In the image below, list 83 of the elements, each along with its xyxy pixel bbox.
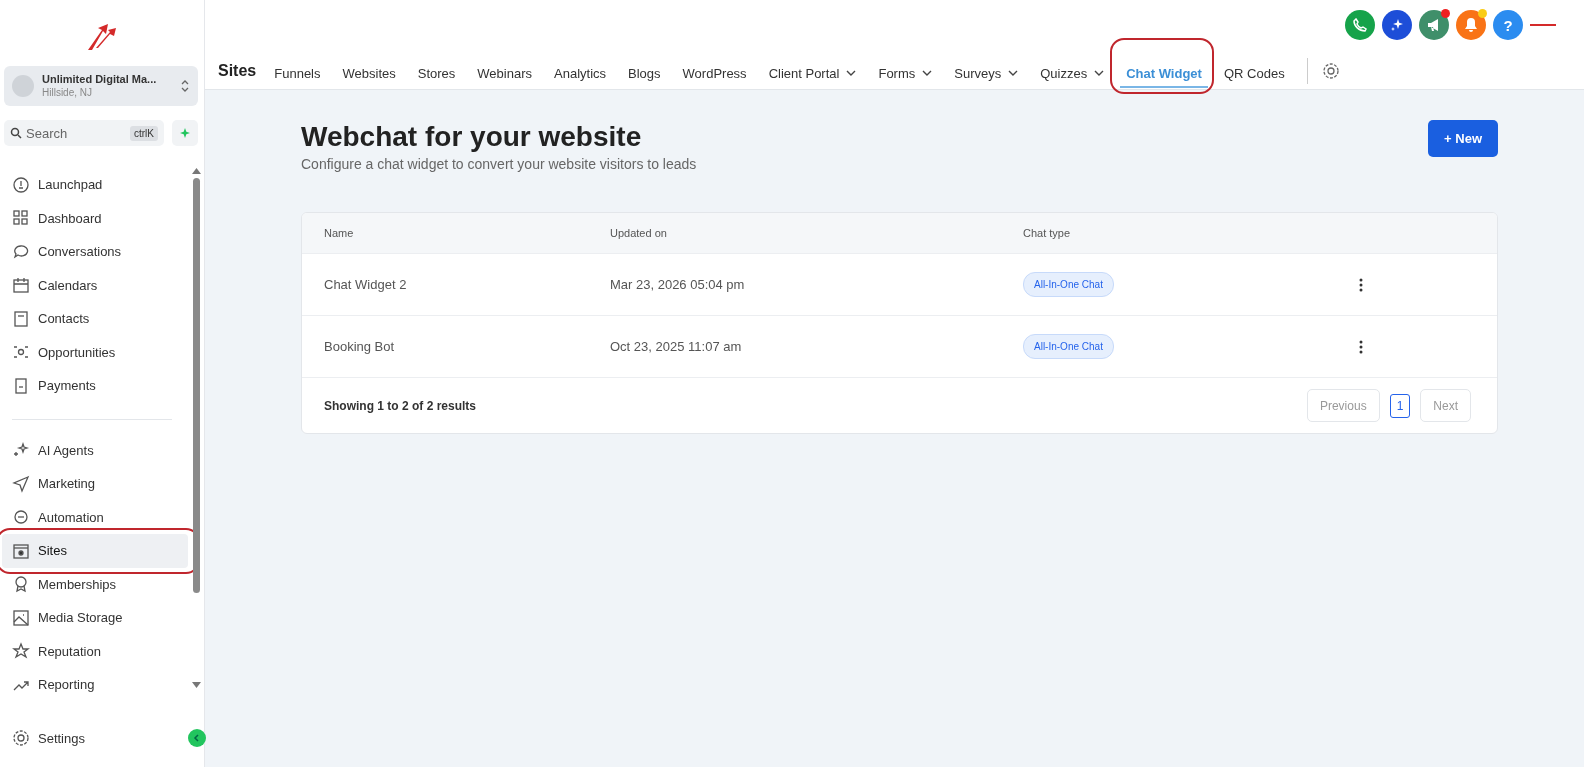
settings-item[interactable]: Settings bbox=[12, 721, 180, 755]
avatar-icon bbox=[12, 75, 34, 97]
nav-tab[interactable]: WordPress bbox=[682, 52, 747, 88]
sidebar-item[interactable]: Calendars bbox=[2, 268, 188, 302]
nav-tab[interactable]: Surveys bbox=[954, 52, 1019, 88]
sidebar-item[interactable]: Memberships bbox=[2, 567, 188, 601]
nav-icon bbox=[12, 541, 30, 560]
ai-button[interactable] bbox=[1382, 10, 1412, 40]
nav-tab[interactable]: Client Portal bbox=[768, 52, 857, 88]
scrollbar[interactable] bbox=[192, 168, 201, 688]
account-name: Unlimited Digital Ma... bbox=[42, 73, 158, 86]
nav-icon bbox=[12, 276, 30, 295]
account-location: Hillside, NJ bbox=[42, 86, 93, 99]
nav-icon bbox=[12, 242, 30, 261]
chat-type-tag: All-In-One Chat bbox=[1023, 334, 1114, 359]
nav-tab[interactable]: Webinars bbox=[477, 52, 532, 88]
notifications-button[interactable] bbox=[1456, 10, 1486, 40]
column-header: Chat type bbox=[1023, 227, 1072, 239]
account-switcher[interactable]: Unlimited Digital Ma... Hillside, NJ bbox=[4, 66, 198, 106]
more-icon[interactable] bbox=[1359, 339, 1363, 354]
settings-icon[interactable] bbox=[1321, 62, 1340, 80]
section-title: Sites bbox=[218, 62, 257, 80]
table-cell-text: Oct 23, 2025 11:07 am bbox=[610, 339, 743, 354]
sidebar-item[interactable]: Reporting bbox=[2, 668, 188, 702]
announcements-button[interactable] bbox=[1419, 10, 1449, 40]
nav-icon bbox=[12, 309, 30, 328]
nav-icon bbox=[12, 642, 30, 661]
nav-tab[interactable]: QR Codes bbox=[1223, 52, 1285, 88]
nav-tab[interactable]: Analytics bbox=[554, 52, 607, 88]
sidebar-item[interactable]: Contacts bbox=[2, 302, 188, 336]
new-button[interactable]: + New bbox=[1428, 120, 1498, 157]
results-summary: Showing 1 to 2 of 2 results bbox=[324, 398, 477, 413]
sidebar-item[interactable]: Dashboard bbox=[2, 201, 188, 235]
chat-type-tag: All-In-One Chat bbox=[1023, 272, 1114, 297]
sidebar-item[interactable]: Opportunities bbox=[2, 335, 188, 369]
table-cell-text: Mar 23, 2026 05:04 pm bbox=[610, 277, 746, 292]
nav-tab[interactable]: Stores bbox=[417, 52, 456, 88]
sidebar-item[interactable]: Conversations bbox=[2, 235, 188, 269]
nav-tab[interactable]: Websites bbox=[342, 52, 396, 88]
chevron-down-icon bbox=[846, 70, 857, 76]
phone-icon bbox=[1353, 18, 1367, 32]
sidebar-item[interactable]: Sites bbox=[2, 534, 188, 568]
sidebar-item[interactable]: Launchpad bbox=[2, 168, 188, 202]
sidebar-item[interactable]: Marketing bbox=[2, 467, 188, 501]
scroll-down-icon[interactable] bbox=[192, 682, 201, 688]
search-icon bbox=[10, 127, 22, 139]
nav-icon bbox=[12, 209, 30, 228]
page-title: Webchat for your website bbox=[301, 120, 643, 154]
sidebar-item[interactable]: Media Storage bbox=[2, 601, 188, 635]
column-header: Name bbox=[324, 227, 355, 239]
bell-icon bbox=[1464, 17, 1478, 33]
nav-icon bbox=[12, 175, 30, 194]
sidebar-item[interactable]: AI Agents bbox=[2, 433, 188, 467]
chevron-updown-icon bbox=[180, 79, 190, 93]
nav-icon bbox=[12, 508, 30, 527]
nav-tab[interactable]: Funnels bbox=[274, 52, 321, 88]
sidebar-item[interactable]: Reputation bbox=[2, 634, 188, 668]
settings-icon bbox=[12, 729, 30, 748]
sidebar-item[interactable]: Payments bbox=[2, 369, 188, 403]
shortcut-hint: ctrlK bbox=[130, 125, 158, 141]
sparkle-icon bbox=[180, 128, 190, 138]
collapse-button[interactable] bbox=[188, 729, 206, 748]
search-field[interactable]: Search ctrlK bbox=[4, 120, 164, 146]
chevron-left-icon bbox=[193, 734, 201, 743]
more-icon[interactable] bbox=[1359, 277, 1363, 292]
nav-tab[interactable]: Blogs bbox=[628, 52, 661, 88]
column-header: Updated on bbox=[610, 227, 668, 239]
chevron-down-icon bbox=[1094, 70, 1105, 76]
nav-tab[interactable]: Quizzes bbox=[1040, 52, 1105, 88]
nav-icon bbox=[12, 474, 30, 493]
chevron-down-icon bbox=[922, 70, 933, 76]
sidebar-item[interactable]: Automation bbox=[2, 500, 188, 534]
table-cell-text: Chat Widget 2 bbox=[324, 277, 408, 292]
phone-button[interactable] bbox=[1345, 10, 1375, 40]
page-number[interactable]: 1 bbox=[1389, 393, 1411, 418]
nav-icon bbox=[12, 376, 30, 395]
page-subtitle: Configure a chat widget to convert your website visitors to leads bbox=[301, 156, 697, 172]
table-cell-text: Booking Bot bbox=[324, 339, 396, 354]
nav-icon bbox=[12, 608, 30, 627]
nav-tab[interactable]: Forms bbox=[878, 52, 933, 88]
nav-icon bbox=[12, 575, 30, 594]
scroll-up-icon[interactable] bbox=[192, 168, 201, 174]
chevron-down-icon bbox=[1008, 70, 1019, 76]
